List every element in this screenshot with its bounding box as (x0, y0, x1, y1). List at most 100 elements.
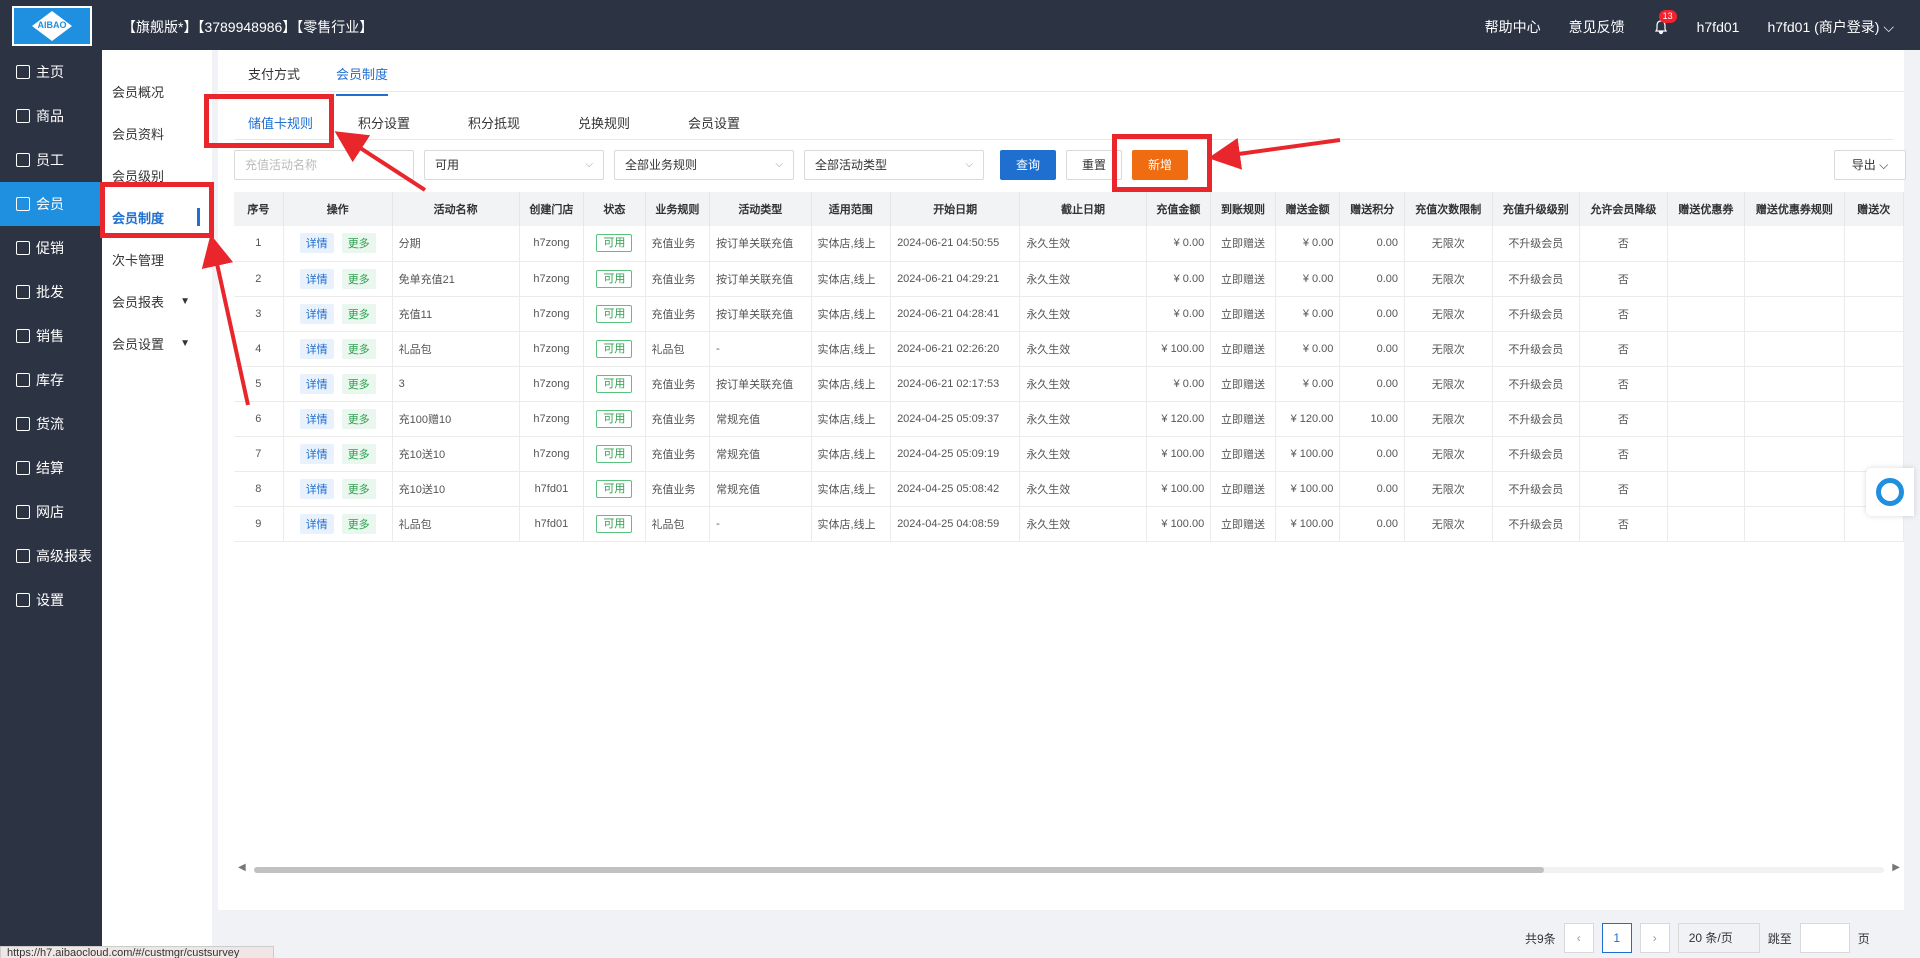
next-page-button[interactable]: › (1639, 923, 1670, 953)
sidebar-item-label: 员工 (36, 152, 64, 168)
more-button[interactable]: 更多 (341, 373, 376, 394)
more-button[interactable]: 更多 (341, 408, 376, 429)
query-button[interactable]: 查询 (1000, 150, 1056, 180)
scroll-left-icon[interactable]: ◀ (238, 862, 246, 873)
cell-actions: 详情 更多 (283, 226, 393, 262)
more-button[interactable]: 更多 (341, 443, 376, 464)
tab-points-offset[interactable]: 积分抵现 (468, 113, 520, 132)
tab-member-settings[interactable]: 会员设置 (688, 113, 740, 132)
more-button[interactable]: 更多 (341, 478, 376, 499)
table-row[interactable]: 7 详情 更多 充10送10 h7zong 可用 充值业务 常规充值 实体店,线上 2024-04… (234, 436, 1904, 472)
detail-button[interactable]: 详情 (299, 513, 334, 534)
table-row[interactable]: 5 详情 更多 3 h7zong 可用 充值业务 按订单关联充值 实体店,线上 2024-06-2… (234, 366, 1904, 402)
export-button[interactable]: 导出 ⌵ (1834, 150, 1906, 180)
cell-empty (1844, 401, 1904, 437)
sidebar-item-goods[interactable]: 商品 (0, 94, 102, 138)
floating-assistant-button[interactable] (1866, 468, 1914, 516)
subnav-item-overview[interactable]: 会员概况 (102, 70, 212, 112)
sidebar-item-report[interactable]: 高级报表 (0, 534, 102, 578)
subnav-item-card[interactable]: 次卡管理 (102, 238, 212, 280)
cell-index: 4 (234, 331, 284, 367)
cell-upgrade-level: 不升级会员 (1492, 296, 1581, 332)
detail-button[interactable]: 详情 (299, 233, 334, 254)
brand-logo[interactable]: AIBAO (12, 6, 92, 46)
jump-page-input[interactable] (1799, 923, 1850, 953)
detail-button[interactable]: 详情 (299, 478, 334, 499)
page-size-value: 20 条/页 (1688, 931, 1733, 945)
table-row[interactable]: 9 详情 更多 礼品包 h7fd01 可用 礼品包 - 实体店,线上 2024-04-25 04:… (234, 506, 1904, 542)
cell-index: 8 (234, 471, 284, 507)
goods-icon (16, 109, 30, 123)
more-button[interactable]: 更多 (341, 338, 376, 359)
detail-button[interactable]: 详情 (299, 408, 334, 429)
activity-type-select[interactable]: 全部活动类型 ⌵ (804, 150, 984, 180)
biz-rule-select[interactable]: 全部业务规则 ⌵ (614, 150, 794, 180)
cell-empty (1744, 331, 1845, 367)
promo-icon (16, 241, 30, 255)
detail-button[interactable]: 详情 (299, 338, 334, 359)
tab-member-system[interactable]: 会员制度 (336, 64, 389, 96)
column-header: 活动名称 (392, 192, 520, 226)
column-header: 开始日期 (890, 192, 1021, 226)
sidebar-item-promo[interactable]: 促销 (0, 226, 102, 270)
account-dropdown[interactable]: h7fd01 (商户登录) ⌵ (1767, 17, 1894, 37)
assistant-icon (1876, 478, 1904, 506)
cell-start-date: 2024-04-25 05:09:19 (890, 436, 1021, 472)
subnav-item-settings[interactable]: 会员设置 ▼ (102, 322, 212, 364)
subnav-item-label: 会员概况 (112, 84, 165, 100)
table-row[interactable]: 6 详情 更多 充100赠10 h7zong 可用 充值业务 常规充值 实体店,线上 2024-0… (234, 401, 1904, 437)
current-page[interactable]: 1 (1601, 923, 1632, 953)
scroll-thumb[interactable] (254, 867, 1544, 873)
scroll-right-icon[interactable]: ▶ (1892, 862, 1900, 873)
chevron-down-icon: ▼ (180, 337, 190, 349)
more-button[interactable]: 更多 (341, 303, 376, 324)
cell-allow-downgrade: 否 (1579, 436, 1668, 472)
detail-button[interactable]: 详情 (299, 443, 334, 464)
column-header: 充值金额 (1146, 192, 1212, 226)
more-button[interactable]: 更多 (341, 268, 376, 289)
sidebar-item-stock[interactable]: 库存 (0, 358, 102, 402)
activity-name-input[interactable]: 充值活动名称 (234, 150, 414, 180)
bell-icon[interactable]: 13 (1653, 10, 1677, 35)
table-row[interactable]: 4 详情 更多 礼品包 h7zong 可用 礼品包 - 实体店,线上 2024-06-21 02:… (234, 331, 1904, 367)
sidebar-item-settings[interactable]: 设置 (0, 578, 102, 622)
top-right-menu: 帮助中心 意见反馈 13 h7fd01 h7fd01 (商户登录) ⌵ (1485, 10, 1894, 37)
cell-recharge-limit: 无限次 (1404, 471, 1493, 507)
table-row[interactable]: 3 详情 更多 充值11 h7zong 可用 充值业务 按订单关联充值 实体店,线上 2024-0… (234, 296, 1904, 332)
sidebar-item-home[interactable]: 主页 (0, 50, 102, 94)
sidebar-item-sales[interactable]: 销售 (0, 314, 102, 358)
cell-actions: 详情 更多 (283, 471, 393, 507)
detail-button[interactable]: 详情 (299, 268, 334, 289)
table-row[interactable]: 2 详情 更多 免单充值21 h7zong 可用 充值业务 按订单关联充值 实体店,线上 2024… (234, 261, 1904, 297)
page-size-select[interactable]: 20 条/页 (1677, 923, 1760, 953)
cell-index: 2 (234, 261, 284, 297)
sidebar-item-staff[interactable]: 员工 (0, 138, 102, 182)
table-row[interactable]: 8 详情 更多 充10送10 h7fd01 可用 充值业务 常规充值 实体店,线上 2024-04… (234, 471, 1904, 507)
sidebar-item-shop[interactable]: 网店 (0, 490, 102, 534)
horizontal-scrollbar[interactable]: ◀ ▶ (234, 862, 1904, 876)
cell-start-date: 2024-04-25 05:09:37 (890, 401, 1021, 437)
status-select[interactable]: 可用 ⌵ (424, 150, 604, 180)
more-button[interactable]: 更多 (341, 513, 376, 534)
prev-page-button[interactable]: ‹ (1563, 923, 1594, 953)
detail-button[interactable]: 详情 (299, 303, 334, 324)
user-name[interactable]: h7fd01 (1697, 19, 1740, 35)
feedback-link[interactable]: 意见反馈 (1569, 17, 1625, 37)
help-center-link[interactable]: 帮助中心 (1485, 17, 1541, 37)
sidebar-item-label: 库存 (36, 372, 64, 388)
subnav-item-profile[interactable]: 会员资料 (102, 112, 212, 154)
sidebar-item-settle[interactable]: 结算 (0, 446, 102, 490)
sidebar-item-flow[interactable]: 货流 (0, 402, 102, 446)
subnav-item-report[interactable]: 会员报表 ▼ (102, 280, 212, 322)
sidebar-item-wholesale[interactable]: 批发 (0, 270, 102, 314)
cell-biz-rule: 充值业务 (645, 366, 711, 402)
tab-payment-method[interactable]: 支付方式 (248, 64, 300, 83)
tab-points-settings[interactable]: 积分设置 (358, 113, 410, 132)
cell-biz-rule: 充值业务 (645, 471, 711, 507)
tab-exchange-rules[interactable]: 兑换规则 (578, 113, 630, 132)
table-row[interactable]: 1 详情 更多 分期 h7zong 可用 充值业务 按订单关联充值 实体店,线上 2024-06-… (234, 226, 1904, 262)
detail-button[interactable]: 详情 (299, 373, 334, 394)
sidebar-item-member[interactable]: 会员 (0, 182, 102, 226)
cell-gift-amount: ¥ 0.00 (1275, 296, 1341, 332)
more-button[interactable]: 更多 (341, 233, 376, 254)
